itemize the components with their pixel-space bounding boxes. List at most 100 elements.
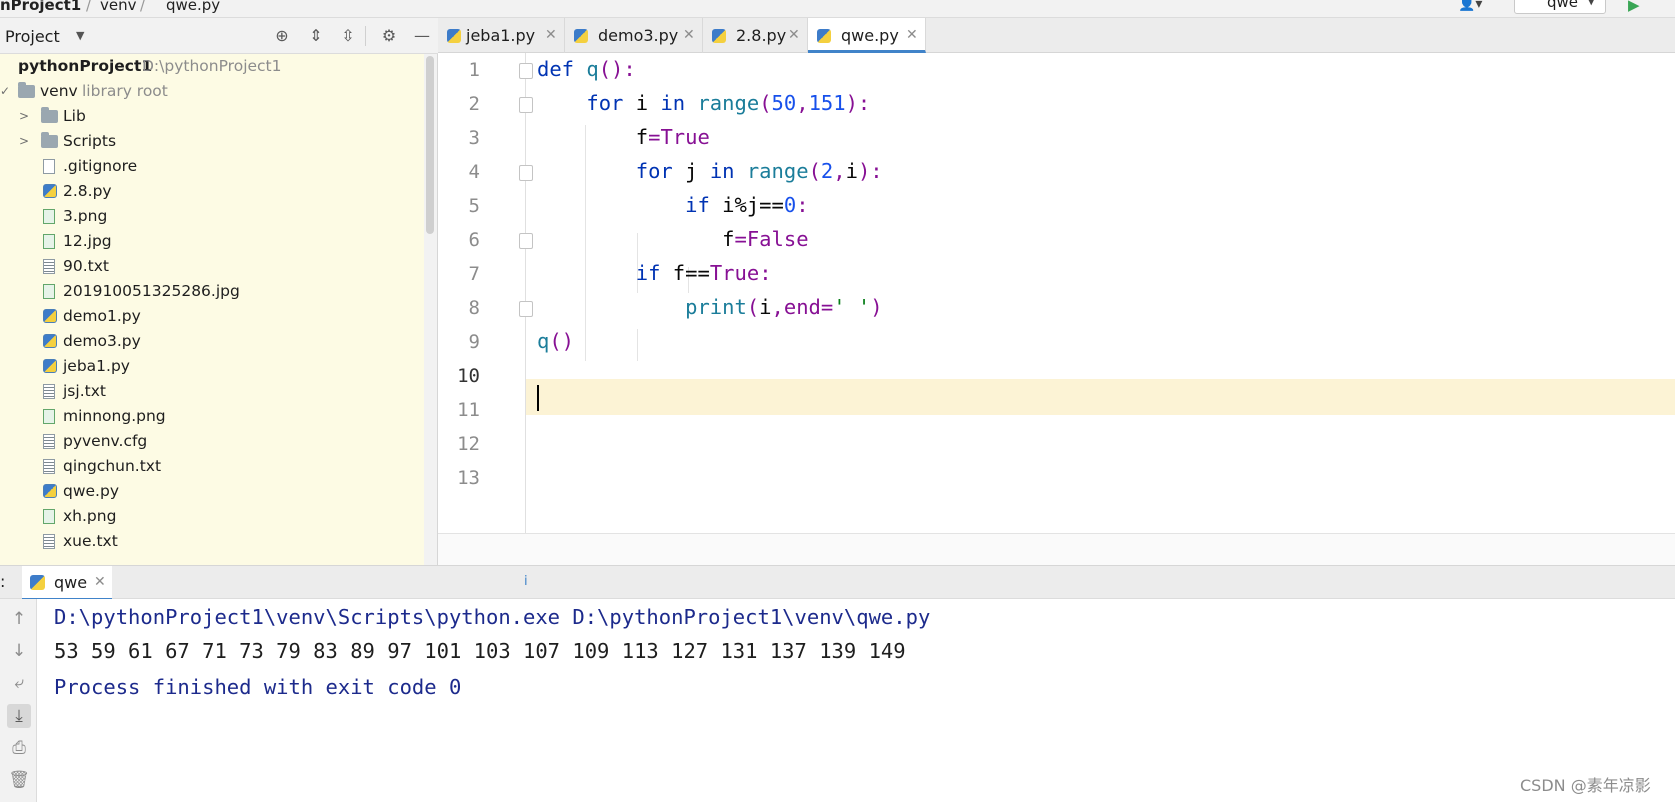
minimize-icon[interactable]: — <box>411 26 433 46</box>
tree-root[interactable]: pythonProject1 D:\pythonProject1 <box>0 54 424 79</box>
run-console[interactable]: D:\pythonProject1\venv\Scripts\python.ex… <box>37 599 1675 802</box>
tree-item-label: jsj.txt <box>63 382 106 400</box>
text-file-icon <box>43 259 55 274</box>
tree-item-file[interactable]: 2.8.py <box>0 179 424 204</box>
run-configuration-label: qwe <box>1547 0 1579 11</box>
text-file-icon <box>43 534 55 549</box>
console-output-line: 53 59 61 67 71 73 79 83 89 97 101 103 10… <box>54 639 906 663</box>
run-tab-qwe[interactable]: qwe ✕ <box>22 566 112 600</box>
tree-item-file[interactable]: 3.png <box>0 204 424 229</box>
run-icon[interactable]: ▶ <box>1628 0 1640 14</box>
soft-wrap-icon[interactable]: ⤶ <box>7 671 31 695</box>
close-icon[interactable]: ✕ <box>788 18 800 53</box>
image-file-icon <box>43 209 55 224</box>
tree-item-file[interactable]: xue.txt <box>0 529 424 554</box>
code-line-1: def q(): <box>537 57 636 81</box>
chevron-right-icon[interactable]: > <box>19 129 29 154</box>
tree-item-file[interactable]: 90.txt <box>0 254 424 279</box>
down-arrow-icon[interactable]: ↓ <box>7 639 31 663</box>
tree-item-venv[interactable]: ✓ venv library root <box>0 79 424 104</box>
python-file-icon <box>447 29 461 43</box>
gitignore-file-icon <box>43 159 55 174</box>
print-icon[interactable]: ⎙ <box>7 736 31 760</box>
fold-marker-icon[interactable] <box>519 301 533 317</box>
tree-item-file[interactable]: jeba1.py <box>0 354 424 379</box>
line-number: 2 <box>468 93 480 115</box>
tree-item-file[interactable]: .gitignore <box>0 154 424 179</box>
project-view-selector[interactable]: Project <box>5 27 60 46</box>
line-number: 12 <box>457 433 480 455</box>
folder-icon <box>41 107 58 123</box>
text-file-icon <box>43 434 55 449</box>
image-file-icon <box>43 509 55 524</box>
tree-item-lib[interactable]: > Lib <box>0 104 424 129</box>
breadcrumb-separator: / <box>86 0 92 14</box>
line-number: 6 <box>468 229 480 251</box>
close-icon[interactable]: ✕ <box>94 574 106 590</box>
expand-all-icon[interactable]: ⇕ <box>305 26 327 46</box>
close-icon[interactable]: ✕ <box>683 18 695 53</box>
current-line-highlight <box>438 379 1675 415</box>
run-window-prefix: : <box>0 572 6 591</box>
up-arrow-icon[interactable]: ↑ <box>7 607 31 631</box>
tree-item-scripts[interactable]: > Scripts <box>0 129 424 154</box>
target-icon[interactable]: ⊕ <box>271 26 293 46</box>
line-number: 10 <box>457 365 480 387</box>
tree-item-label: 3.png <box>63 207 108 225</box>
tree-item-file[interactable]: demo3.py <box>0 329 424 354</box>
run-configuration-select[interactable]: qwe ▼ <box>1514 0 1606 14</box>
tree-item-file[interactable]: jsj.txt <box>0 379 424 404</box>
line-number: 9 <box>468 331 480 353</box>
breadcrumb-project[interactable]: nProject1 <box>0 0 81 14</box>
tree-item-file[interactable]: demo1.py <box>0 304 424 329</box>
breadcrumb-file[interactable]: qwe.py <box>166 0 220 14</box>
code-editor[interactable]: 1 2 3 4 5 6 7 8 9 10 11 12 13 def q(): for i in rang… <box>438 53 1675 565</box>
chevron-down-icon: ▼ <box>1587 0 1596 7</box>
tree-item-label: Scripts <box>63 132 117 150</box>
tab-qwe[interactable]: qwe.py ✕ <box>808 18 926 53</box>
close-icon[interactable]: ✕ <box>545 18 557 53</box>
editor-horizontal-scroll-area[interactable] <box>438 533 1675 565</box>
gear-icon[interactable]: ⚙ <box>378 26 400 46</box>
scroll-to-end-icon[interactable]: ⤓ <box>7 704 31 728</box>
tab-demo3[interactable]: demo3.py ✕ <box>565 18 703 53</box>
tree-item-label: Lib <box>63 107 86 125</box>
project-panel-header: Project ▼ ⊕ ⇕ ⇳ ⚙ — <box>0 18 438 54</box>
close-icon[interactable]: ✕ <box>906 18 918 53</box>
watermark: CSDN @素年凉影 <box>1520 776 1651 795</box>
run-tab-label: qwe <box>54 573 88 592</box>
project-tree-scrollbar[interactable] <box>426 56 434 234</box>
tree-item-file[interactable]: minnong.png <box>0 404 424 429</box>
fold-marker-icon[interactable] <box>519 233 533 249</box>
tree-item-file[interactable]: qwe.py <box>0 479 424 504</box>
tree-item-file[interactable]: qingchun.txt <box>0 454 424 479</box>
fold-marker-icon[interactable] <box>519 63 533 79</box>
breadcrumb-separator: / <box>140 0 146 14</box>
code-line-3: f=True <box>635 125 710 149</box>
tree-item-label: qingchun.txt <box>63 457 162 475</box>
python-file-icon <box>817 29 831 43</box>
tree-item-file[interactable]: pyvenv.cfg <box>0 429 424 454</box>
tree-item-label: xue.txt <box>63 532 118 550</box>
tree-item-file[interactable]: xh.png <box>0 504 424 529</box>
fold-marker-icon[interactable] <box>519 165 533 181</box>
fold-marker-icon[interactable] <box>519 97 533 113</box>
trash-icon[interactable]: 🗑 <box>7 768 31 792</box>
collapse-all-icon[interactable]: ⇳ <box>337 26 359 46</box>
python-file-icon <box>712 29 726 43</box>
tree-item-file[interactable]: 12.jpg <box>0 229 424 254</box>
code-line-7: if f==True: <box>635 261 772 285</box>
tree-item-file[interactable]: 201910051325286.jpg <box>0 279 424 304</box>
line-number: 5 <box>468 195 480 217</box>
tab-jeba1[interactable]: jeba1.py ✕ <box>438 18 565 53</box>
tree-item-label: demo3.py <box>63 332 141 350</box>
tree-item-label: jeba1.py <box>63 357 130 375</box>
chevron-down-icon[interactable]: ✓ <box>0 79 10 104</box>
chevron-down-icon[interactable]: ▼ <box>76 29 84 42</box>
user-icon[interactable]: 👤▾ <box>1458 0 1482 12</box>
editor-gutter[interactable]: 1 2 3 4 5 6 7 8 9 10 11 12 13 <box>438 53 533 533</box>
chevron-right-icon[interactable]: > <box>19 104 29 129</box>
tab-2-8[interactable]: 2.8.py ✕ <box>703 18 808 53</box>
breadcrumb-venv[interactable]: venv <box>100 0 137 14</box>
python-file-icon <box>43 309 57 323</box>
